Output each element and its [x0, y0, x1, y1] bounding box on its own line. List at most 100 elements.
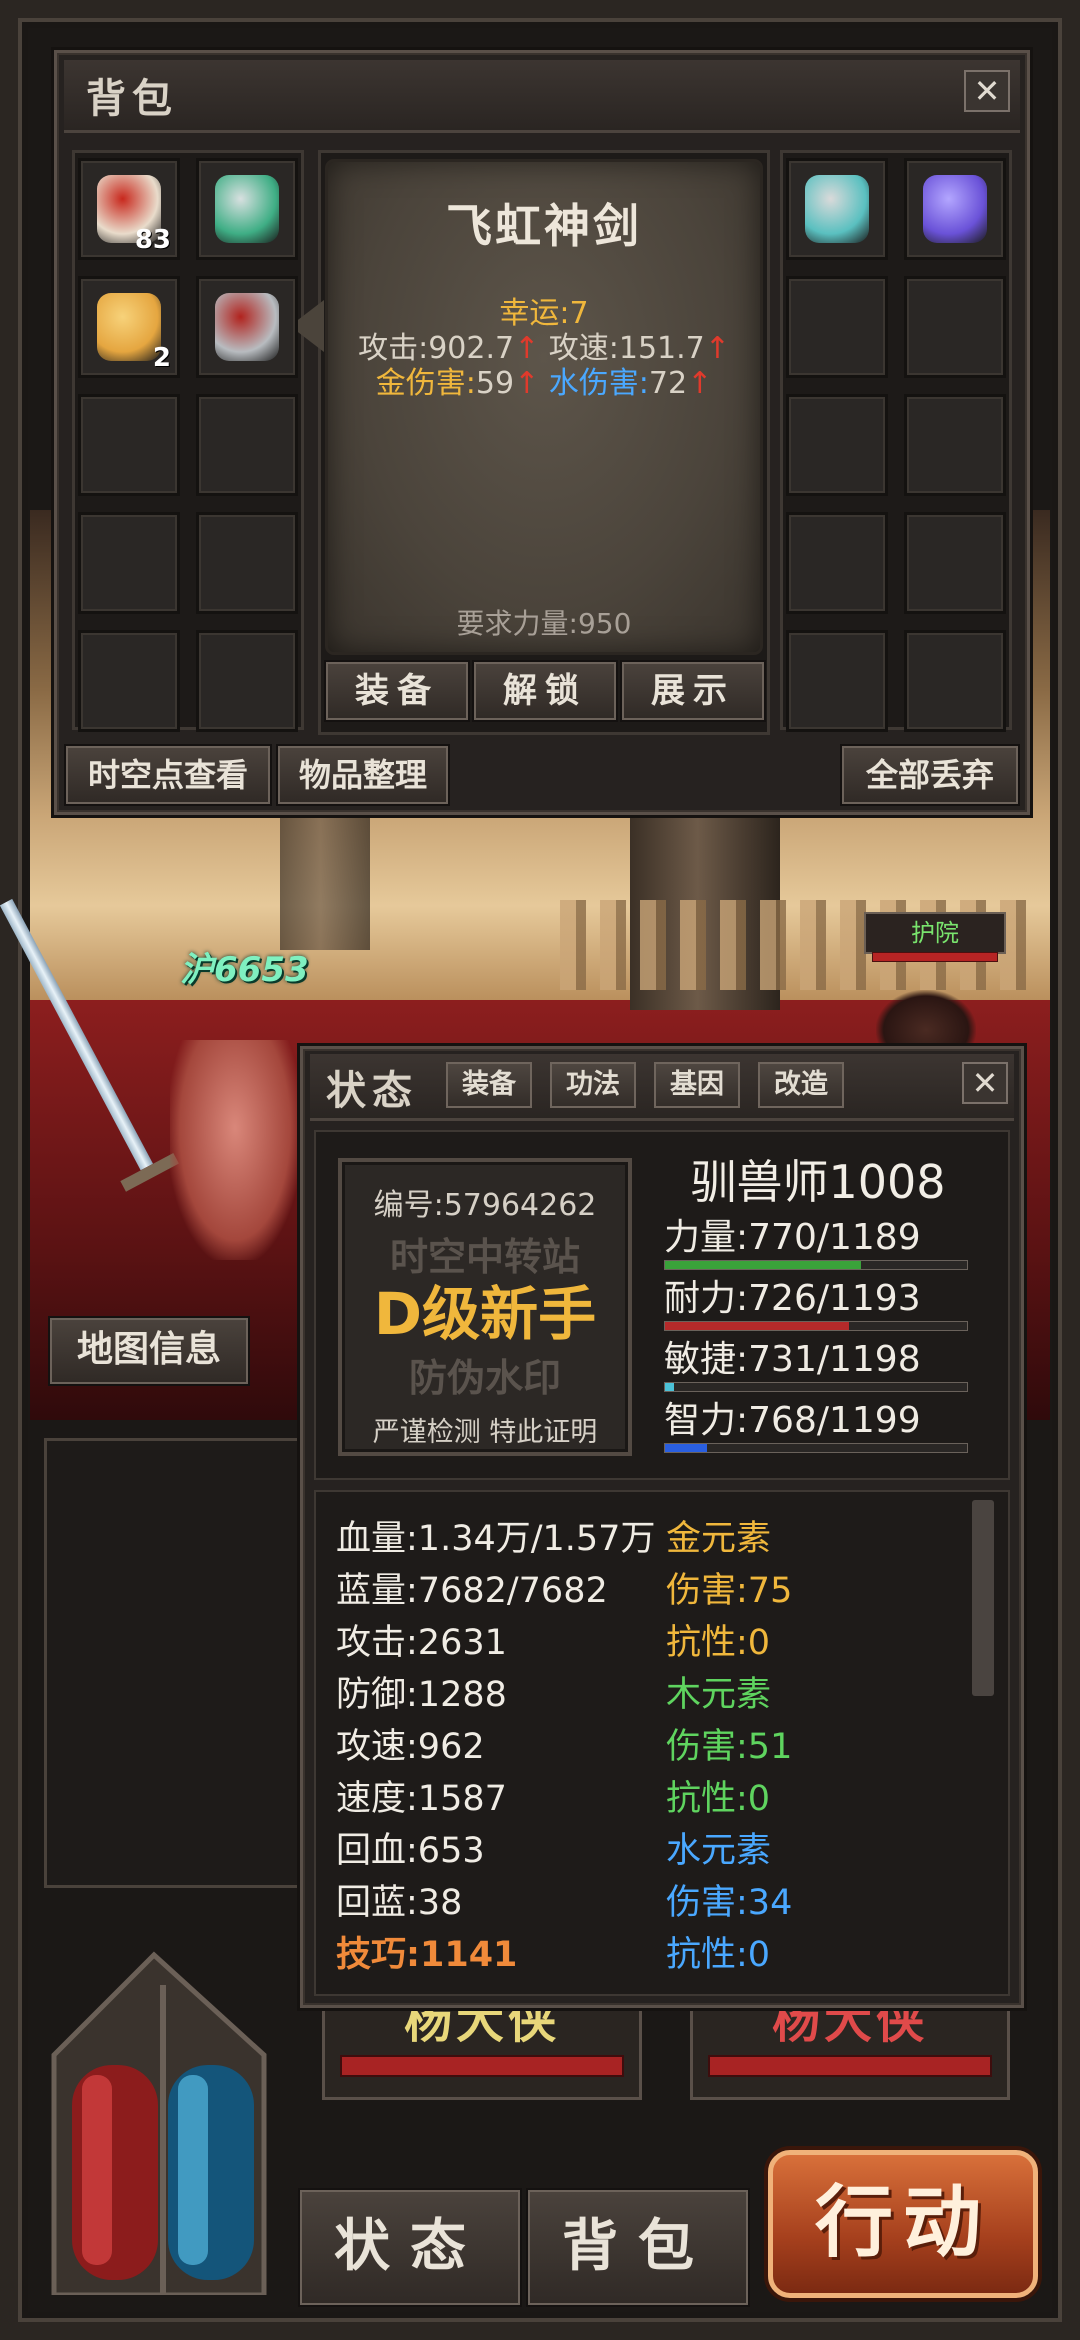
attribute-label: 力量: [664, 1217, 749, 1258]
attribute-bar-fill [665, 1322, 850, 1330]
bag-slot[interactable] [904, 630, 1006, 732]
tab-gene[interactable]: 基因 [654, 1062, 740, 1108]
bag-slot[interactable] [904, 276, 1006, 378]
stats-scrollbar[interactable] [972, 1500, 994, 1696]
watermark-footer: 严谨检测 特此证明 [372, 1417, 598, 1448]
attribute-value: 770/1189 [748, 1217, 921, 1258]
water-dmg-label: 水伤害: [548, 366, 649, 401]
element-stat-row: 伤害:75 [666, 1562, 792, 1613]
npc-name: 护院 [911, 919, 959, 947]
unlock-button[interactable]: 解锁 [474, 662, 616, 720]
stat-row: 回血:653 [336, 1822, 485, 1873]
tab-modify[interactable]: 改造 [758, 1062, 844, 1108]
element-stat-label: 水元素 [666, 1831, 772, 1871]
action-button[interactable]: 行动 [768, 2150, 1038, 2298]
rank-text: D级新手 [373, 1280, 597, 1348]
stat-label: 回血: [336, 1831, 418, 1871]
bag-title: 背包 [86, 76, 178, 122]
water-dmg-value: 72 [648, 366, 688, 401]
stat-value: 653 [417, 1831, 485, 1871]
status-close-button[interactable]: ✕ [962, 1062, 1008, 1104]
bag-slot[interactable] [786, 512, 888, 614]
bag-slot[interactable] [904, 158, 1006, 260]
stat-label: 技巧: [336, 1935, 420, 1975]
player-name: 驯兽师1008 [690, 1155, 946, 1209]
element-stat-label: 抗性: [666, 1935, 748, 1975]
bag-slot[interactable] [786, 630, 888, 732]
stat-label: 血量: [336, 1519, 418, 1559]
water-dmg-up-arrow: ↑ [687, 366, 713, 401]
stat-label: 回蓝: [336, 1883, 418, 1923]
element-stat-value: 34 [747, 1883, 793, 1923]
tab-equip[interactable]: 装备 [446, 1062, 532, 1108]
item-quantity: 83 [134, 225, 171, 255]
element-stat-label: 金元素 [666, 1519, 772, 1559]
tab-skill[interactable]: 功法 [550, 1062, 636, 1108]
element-stat-row: 木元素 [666, 1666, 771, 1717]
bag-slot[interactable] [78, 512, 180, 614]
element-stat-label: 木元素 [666, 1675, 772, 1715]
bag-close-button[interactable]: ✕ [964, 70, 1010, 112]
attribute-value: 726/1193 [748, 1278, 921, 1319]
item-element-line: 金伤害:59↑ 水伤害:72↑ [328, 358, 760, 402]
bag-slot[interactable] [196, 158, 298, 260]
bag-slot[interactable] [78, 630, 180, 732]
item-gem-amber-icon [97, 293, 161, 361]
element-stat-value: 0 [747, 1935, 771, 1975]
bottom-bag-button[interactable]: 背包 [528, 2190, 748, 2305]
stat-label: 蓝量: [336, 1571, 418, 1611]
element-stat-row: 金元素 [666, 1510, 771, 1561]
item-helm-green-icon [215, 175, 279, 243]
element-stat-value: 75 [747, 1571, 793, 1611]
attribute-value: 731/1198 [748, 1339, 921, 1380]
bag-slot[interactable]: 83 [78, 158, 180, 260]
left-banner-hpbar [340, 2055, 624, 2077]
bag-title-bar [64, 60, 1020, 133]
equip-button[interactable]: 装备 [326, 662, 468, 720]
bag-slot[interactable] [78, 394, 180, 496]
stat-row: 技巧:1141 [336, 1926, 517, 1977]
bag-slot[interactable] [196, 276, 298, 378]
element-stat-row: 抗性:0 [666, 1614, 770, 1665]
map-info-button[interactable]: 地图信息 [50, 1318, 248, 1384]
show-button[interactable]: 展示 [622, 662, 764, 720]
element-stat-row: 伤害:51 [666, 1718, 792, 1769]
item-crystal-purple-icon [923, 175, 987, 243]
element-stat-value: 0 [747, 1779, 771, 1819]
attribute-bar [664, 1443, 968, 1453]
watermark-line1: 时空中转站 [389, 1235, 580, 1279]
action-button-label: 行动 [814, 2178, 991, 2268]
bag-slot[interactable] [904, 512, 1006, 614]
bag-slot[interactable] [196, 630, 298, 732]
hero-character [170, 1040, 300, 1260]
serial-label: 编号: [373, 1188, 444, 1223]
right-banner-hpbar [708, 2055, 992, 2077]
npc-label[interactable]: 护院 [864, 912, 1006, 962]
bag-slot[interactable] [786, 394, 888, 496]
stat-value: 1288 [417, 1675, 507, 1715]
sort-items-button[interactable]: 物品整理 [278, 746, 448, 804]
bag-slot[interactable] [904, 394, 1006, 496]
bag-slot[interactable] [786, 158, 888, 260]
bottom-status-button[interactable]: 状态 [300, 2190, 520, 2305]
discard-all-button[interactable]: 全部丢弃 [842, 746, 1018, 804]
item-name: 飞虹神剑 [446, 199, 642, 253]
stat-value: 2631 [417, 1623, 507, 1663]
stat-value: 38 [417, 1883, 463, 1923]
spacetime-points-button[interactable]: 时空点查看 [66, 746, 270, 804]
element-stat-label: 抗性: [666, 1623, 748, 1663]
left-side-panel [44, 1438, 324, 1888]
stat-label: 速度: [336, 1779, 418, 1819]
status-title: 状态 [326, 1068, 418, 1114]
item-requirement: 要求力量:950 [456, 607, 632, 640]
stat-row: 蓝量:7682/7682 [336, 1562, 608, 1613]
bag-slot[interactable]: 2 [78, 276, 180, 378]
gold-dmg-value: 59 [475, 366, 515, 401]
bag-slot[interactable] [196, 394, 298, 496]
stat-row: 回蓝:38 [336, 1874, 462, 1925]
bag-slot[interactable] [196, 512, 298, 614]
attribute-row: 耐力:726/1193 [664, 1269, 921, 1321]
attribute-value: 768/1199 [748, 1400, 921, 1441]
item-armor-teal-icon [805, 175, 869, 243]
bag-slot[interactable] [786, 276, 888, 378]
